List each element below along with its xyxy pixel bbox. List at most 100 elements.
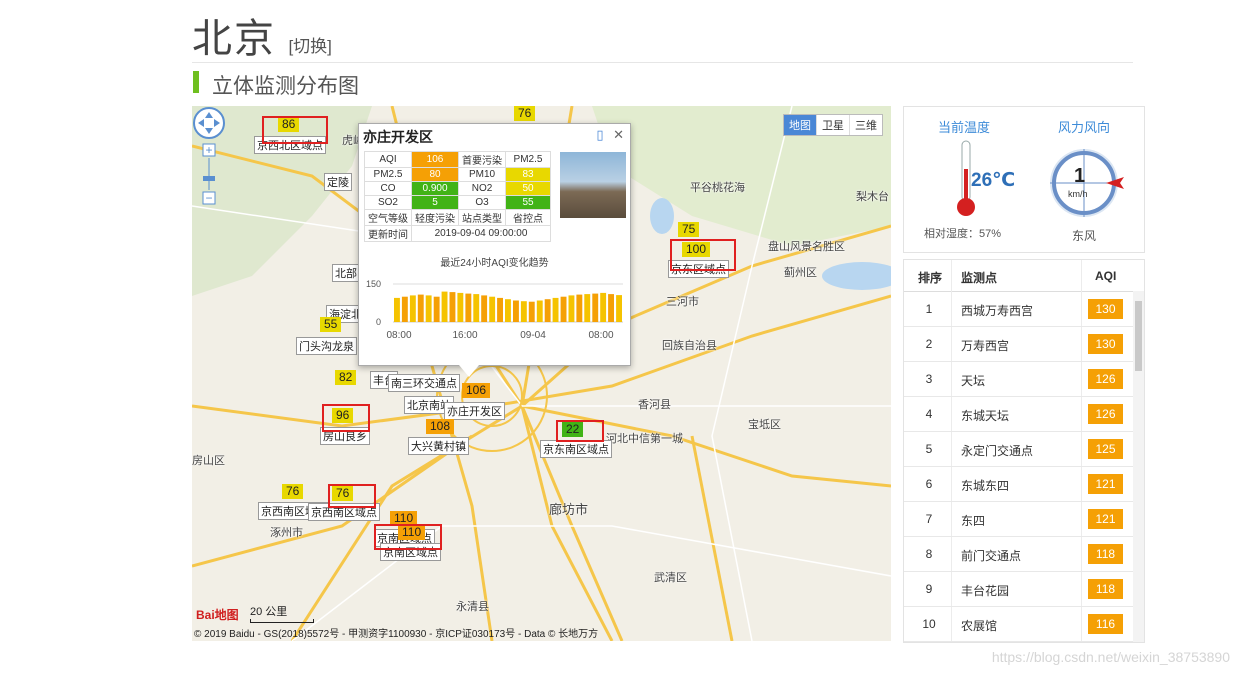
place-label: 梨木台 [856,191,889,203]
maptype-map[interactable]: 地图 [784,115,816,135]
scroll-thumb[interactable] [1135,301,1142,371]
aqi-marker[interactable]: 76 [282,484,304,499]
map-navigation-control[interactable]: + − [192,106,226,216]
maptype-satellite[interactable]: 卫星 [816,115,849,135]
rank-number: 1 [925,302,933,316]
map-scale: 20 公里 [250,603,314,623]
station-label[interactable]: 定陵 [324,173,352,191]
city-name: 北京 [192,17,276,61]
cell-updated-time: 2019-09-04 09:00:00 [411,225,551,242]
col-station: 监测点 [961,271,998,285]
cell-air-quality-level: 轻度污染 [411,209,459,226]
place-label: 房山区 [192,455,225,467]
station-label[interactable]: 亦庄开发区 [444,402,505,420]
station-photo [560,152,626,218]
ranking-row[interactable]: 2 万寿西宫 130 [904,327,1133,362]
station-name: 永定门交通点 [961,444,1034,458]
ranking-row[interactable]: 5 永定门交通点 125 [904,432,1133,467]
aqi-bar [449,292,456,322]
place-label: 武清区 [654,572,687,584]
highlight-box [322,404,370,432]
cell-label: O3 [458,195,506,210]
mobile-icon[interactable]: ▯ [596,127,603,142]
cell-label: CO [364,181,412,196]
ranking-row[interactable]: 1 西城万寿西宫 130 [904,292,1133,327]
station-name: 西城万寿西宫 [961,304,1034,318]
watermark: https://blog.csdn.net/weixin_38753890 [991,649,1230,665]
station-label[interactable]: 京东南区域点 [540,440,612,458]
aqi-badge: 118 [1088,579,1123,599]
cell-label: PM10 [458,167,506,182]
ranking-scrollbar[interactable] [1133,291,1144,642]
station-label[interactable]: 南三环交通点 [388,374,460,392]
ranking-row[interactable]: 10 农展馆 116 [904,607,1133,642]
aqi-bar [441,291,448,322]
wind-direction: 东风 [1072,229,1097,243]
wind-level: 1 [1074,165,1086,187]
aqi-marker[interactable]: 55 [320,317,342,332]
x-tick-label: 09-04 [520,330,546,341]
ranking-row[interactable]: 7 东四 121 [904,502,1133,537]
aqi-bar [536,300,543,322]
aqi-bar [425,295,432,322]
chart-title: 最近24小时AQI变化趋势 [440,258,549,269]
aqi-badge: 125 [1088,439,1123,459]
y-tick-label: 0 [376,317,381,327]
place-label: 盘山风景名胜区 [768,241,845,253]
x-tick-label: 16:00 [452,330,477,341]
aqi-bar [409,295,416,322]
maptype-3d[interactable]: 三维 [849,115,882,135]
aqi-bar [608,294,614,322]
place-label: 宝坻区 [748,419,781,431]
ranking-row[interactable]: 8 前门交通点 118 [904,537,1133,572]
baidu-map-logo: Bai地图 [196,608,239,622]
cell-label: SO2 [364,195,412,210]
station-label[interactable]: 门头沟龙泉 [296,337,357,355]
aqi-bar [505,299,511,322]
aqi-badge: 130 [1088,299,1123,319]
popup-pollutant-table: AQI 106 首要污染 PM2.5 PM2.5 80 PM10 83 CO 0… [364,151,551,242]
ranking-row[interactable]: 6 东城东四 121 [904,467,1133,502]
aqi-marker[interactable]: 106 [462,383,491,398]
highlight-box [556,420,604,442]
aqi-marker[interactable]: 82 [335,370,357,385]
city-header: 北京 [切换] [192,6,332,64]
highlight-box [262,116,328,144]
place-label: 平谷桃花海 [690,182,745,194]
cell-label: NO2 [458,181,506,196]
rank-number: 6 [925,477,933,491]
city-switch-link[interactable]: [切换] [288,37,331,56]
station-label[interactable]: 北部 [332,264,360,282]
place-label: 永清县 [456,601,489,613]
place-label: 香河县 [638,399,671,411]
ranking-row[interactable]: 3 天坛 126 [904,362,1133,397]
aqi-bar [497,297,503,322]
station-name: 天坛 [961,374,986,388]
station-label[interactable]: 大兴黄村镇 [408,437,469,455]
section-title: 立体监测分布图 [212,75,359,98]
station-info-popup: 亦庄开发区 ▯ ✕ AQI 106 首要污染 PM2.5 PM2.5 80 PM… [358,123,631,377]
map-scale-label: 20 公里 [250,606,288,618]
close-icon[interactable]: ✕ [613,127,624,142]
aqi-badge: 116 [1088,614,1123,634]
wind-label: 风力风向 [1058,120,1111,135]
cell-label: AQI [364,151,412,168]
aqi-bar [528,301,535,322]
aqi-marker[interactable]: 108 [426,419,455,434]
map-type-switch[interactable]: 地图 卫星 三维 [783,114,883,136]
place-label: 河北中信第一城 [606,433,683,445]
cell-label: 首要污染 [458,151,506,168]
cell-primary-pollutant: PM2.5 [505,151,551,168]
aqi-bar [433,296,440,322]
cell-station-type: 省控点 [505,209,551,226]
ranking-row[interactable]: 9 丰台花园 118 [904,572,1133,607]
ranking-header: 排序 监测点 AQI [904,260,1133,292]
cell-aqi-value: 106 [411,151,459,168]
aqi-bar [417,294,424,322]
place-label: 回族自治县 [662,340,717,352]
aqi-badge: 130 [1088,334,1123,354]
wind-compass-icon [1050,149,1124,217]
ranking-row[interactable]: 4 东城天坛 126 [904,397,1133,432]
aqi-marker[interactable]: 75 [678,222,700,237]
aqi-marker[interactable]: 76 [514,106,536,121]
